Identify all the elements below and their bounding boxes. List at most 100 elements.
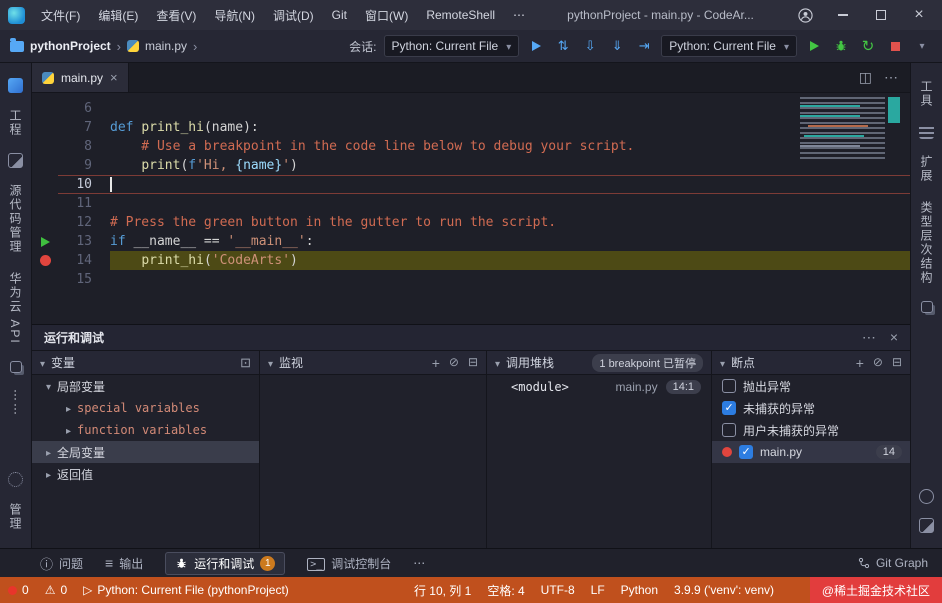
sidebar-item-source-control[interactable]: 源代码管理 xyxy=(7,184,24,254)
breakpoint-row[interactable]: 用户未捕获的异常 xyxy=(712,419,910,441)
variables-node-special[interactable]: special variables xyxy=(32,397,259,419)
code-line[interactable]: 13if __name__ == '__main__': xyxy=(32,232,910,251)
toggle-breakpoints-icon[interactable] xyxy=(873,355,883,371)
breakpoints-header[interactable]: 断点 xyxy=(712,351,910,375)
breakpoint-icon[interactable] xyxy=(40,255,51,266)
eol-setting[interactable]: LF xyxy=(591,583,605,597)
breakpoint-row[interactable]: 未捕获的异常 xyxy=(712,397,910,419)
collapse-watch-icon[interactable] xyxy=(468,355,478,371)
tab-more[interactable]: ⋯ xyxy=(413,556,425,570)
breadcrumb-file[interactable]: main.py xyxy=(145,39,187,53)
download-icon[interactable] xyxy=(580,36,600,56)
interpreter-select[interactable]: Python: Current File xyxy=(384,35,520,57)
run-to-cursor-icon[interactable] xyxy=(634,36,654,56)
run-status[interactable]: Python: Current File (pythonProject) xyxy=(83,583,289,597)
encoding[interactable]: UTF-8 xyxy=(541,583,575,597)
stack-frame[interactable]: <module> main.py 14:1 xyxy=(487,375,711,399)
tab-close-icon[interactable] xyxy=(110,70,118,85)
breakpoint-gutter[interactable] xyxy=(32,99,58,118)
code-line[interactable]: 12# Press the green button in the gutter… xyxy=(32,213,910,232)
code-line[interactable]: 11 xyxy=(32,194,910,213)
add-watch-icon[interactable] xyxy=(432,355,440,371)
run-line-icon[interactable] xyxy=(41,237,50,247)
indent-setting[interactable]: 空格: 4 xyxy=(487,582,524,599)
variables-node-local[interactable]: 局部变量 xyxy=(32,375,259,397)
run-config-select[interactable]: Python: Current File xyxy=(661,35,797,57)
panel-close-icon[interactable] xyxy=(890,329,898,346)
sync-icon[interactable] xyxy=(553,36,573,56)
checkbox-checked[interactable] xyxy=(739,445,753,459)
menu-file[interactable]: 文件(F) xyxy=(33,4,88,27)
variables-node-global[interactable]: 全局变量 xyxy=(32,441,259,463)
menu-debug[interactable]: 调试(D) xyxy=(265,4,322,27)
breakpoint-gutter[interactable] xyxy=(32,175,58,194)
code-editor[interactable]: 6 7def print_hi(name): 8 # Use a breakpo… xyxy=(32,93,910,324)
minimap[interactable] xyxy=(800,97,900,161)
breakpoint-gutter[interactable] xyxy=(32,251,58,270)
layers-icon[interactable] xyxy=(10,361,22,373)
checkbox-unchecked[interactable] xyxy=(722,379,736,393)
cursor-position[interactable]: 行 10, 列 1 xyxy=(414,582,471,599)
menu-view[interactable]: 查看(V) xyxy=(148,4,204,27)
code-line[interactable]: 7def print_hi(name): xyxy=(32,118,910,137)
tab-problems[interactable]: 问题 xyxy=(40,554,83,573)
panel-more-icon[interactable] xyxy=(862,329,876,346)
remove-all-breakpoints-icon[interactable] xyxy=(892,355,902,371)
sidebar-item-extensions[interactable]: 扩展 xyxy=(918,155,935,183)
checkbox-checked[interactable] xyxy=(722,401,736,415)
variables-node-return[interactable]: 返回值 xyxy=(32,463,259,485)
open-in-editor-icon[interactable] xyxy=(240,355,251,371)
menu-more[interactable]: ⋯ xyxy=(505,5,533,25)
gear-icon[interactable] xyxy=(8,472,23,487)
structure-icon[interactable] xyxy=(921,301,933,313)
checkbox-unchecked[interactable] xyxy=(722,423,736,437)
sidebar-more-icon[interactable]: ⋯ xyxy=(9,389,23,417)
breakpoint-gutter[interactable] xyxy=(32,156,58,175)
stop-button[interactable] xyxy=(885,36,905,56)
breakpoint-row-main-py[interactable]: main.py14 xyxy=(712,441,910,463)
minimize-button[interactable] xyxy=(826,2,860,28)
variables-node-function[interactable]: function variables xyxy=(32,419,259,441)
code-line[interactable]: 15 xyxy=(32,270,910,289)
error-count[interactable]: 0 xyxy=(8,583,29,597)
preview-icon[interactable] xyxy=(8,153,23,168)
tab-git-graph[interactable]: Git Graph xyxy=(858,556,928,570)
run-file-icon[interactable] xyxy=(526,36,546,56)
breakpoint-gutter[interactable] xyxy=(32,232,58,251)
tab-debug-console[interactable]: 调试控制台 xyxy=(307,555,391,572)
breakpoint-gutter[interactable] xyxy=(32,194,58,213)
add-breakpoint-icon[interactable] xyxy=(856,355,864,371)
split-editor-icon[interactable] xyxy=(859,69,872,86)
python-interpreter[interactable]: 3.9.9 ('venv': venv) xyxy=(674,583,774,597)
sidebar-item-huawei-cloud-api[interactable]: 华为云 API xyxy=(7,272,24,345)
breakpoint-gutter[interactable] xyxy=(32,137,58,156)
remove-all-watches-icon[interactable] xyxy=(449,355,459,371)
run-button[interactable] xyxy=(804,36,824,56)
debug-button[interactable] xyxy=(831,36,851,56)
menu-navigate[interactable]: 导航(N) xyxy=(206,4,263,27)
menu-git[interactable]: Git xyxy=(324,5,355,25)
code-line-paused[interactable]: 14 print_hi('CodeArts') xyxy=(32,251,910,270)
maximize-button[interactable] xyxy=(864,2,898,28)
breakpoint-gutter[interactable] xyxy=(32,213,58,232)
tab-output[interactable]: 输出 xyxy=(105,555,143,572)
minimap-slider[interactable] xyxy=(888,97,900,123)
breakpoint-gutter[interactable] xyxy=(32,270,58,289)
menu-window[interactable]: 窗口(W) xyxy=(357,4,416,27)
sidebar-item-type-hierarchy[interactable]: 类型层次结构 xyxy=(918,201,935,285)
menu-edit[interactable]: 编辑(E) xyxy=(90,4,146,27)
restart-button[interactable] xyxy=(858,36,878,56)
breakpoint-gutter[interactable] xyxy=(32,118,58,137)
stop-options-caret[interactable] xyxy=(912,36,932,56)
editor-tab-main-py[interactable]: main.py xyxy=(32,63,129,92)
sidebar-item-project[interactable]: 工程 xyxy=(7,109,24,137)
menu-remoteshell[interactable]: RemoteShell xyxy=(418,5,503,25)
code-line[interactable]: 6 xyxy=(32,99,910,118)
breadcrumb-project[interactable]: pythonProject xyxy=(30,39,111,53)
variables-header[interactable]: 变量 xyxy=(32,351,259,375)
bookmarks-icon[interactable] xyxy=(919,518,934,533)
editor-more-icon[interactable] xyxy=(884,69,898,86)
project-icon[interactable] xyxy=(8,78,23,93)
sidebar-item-tools[interactable]: 工具 xyxy=(918,80,935,108)
close-button[interactable] xyxy=(902,2,936,28)
